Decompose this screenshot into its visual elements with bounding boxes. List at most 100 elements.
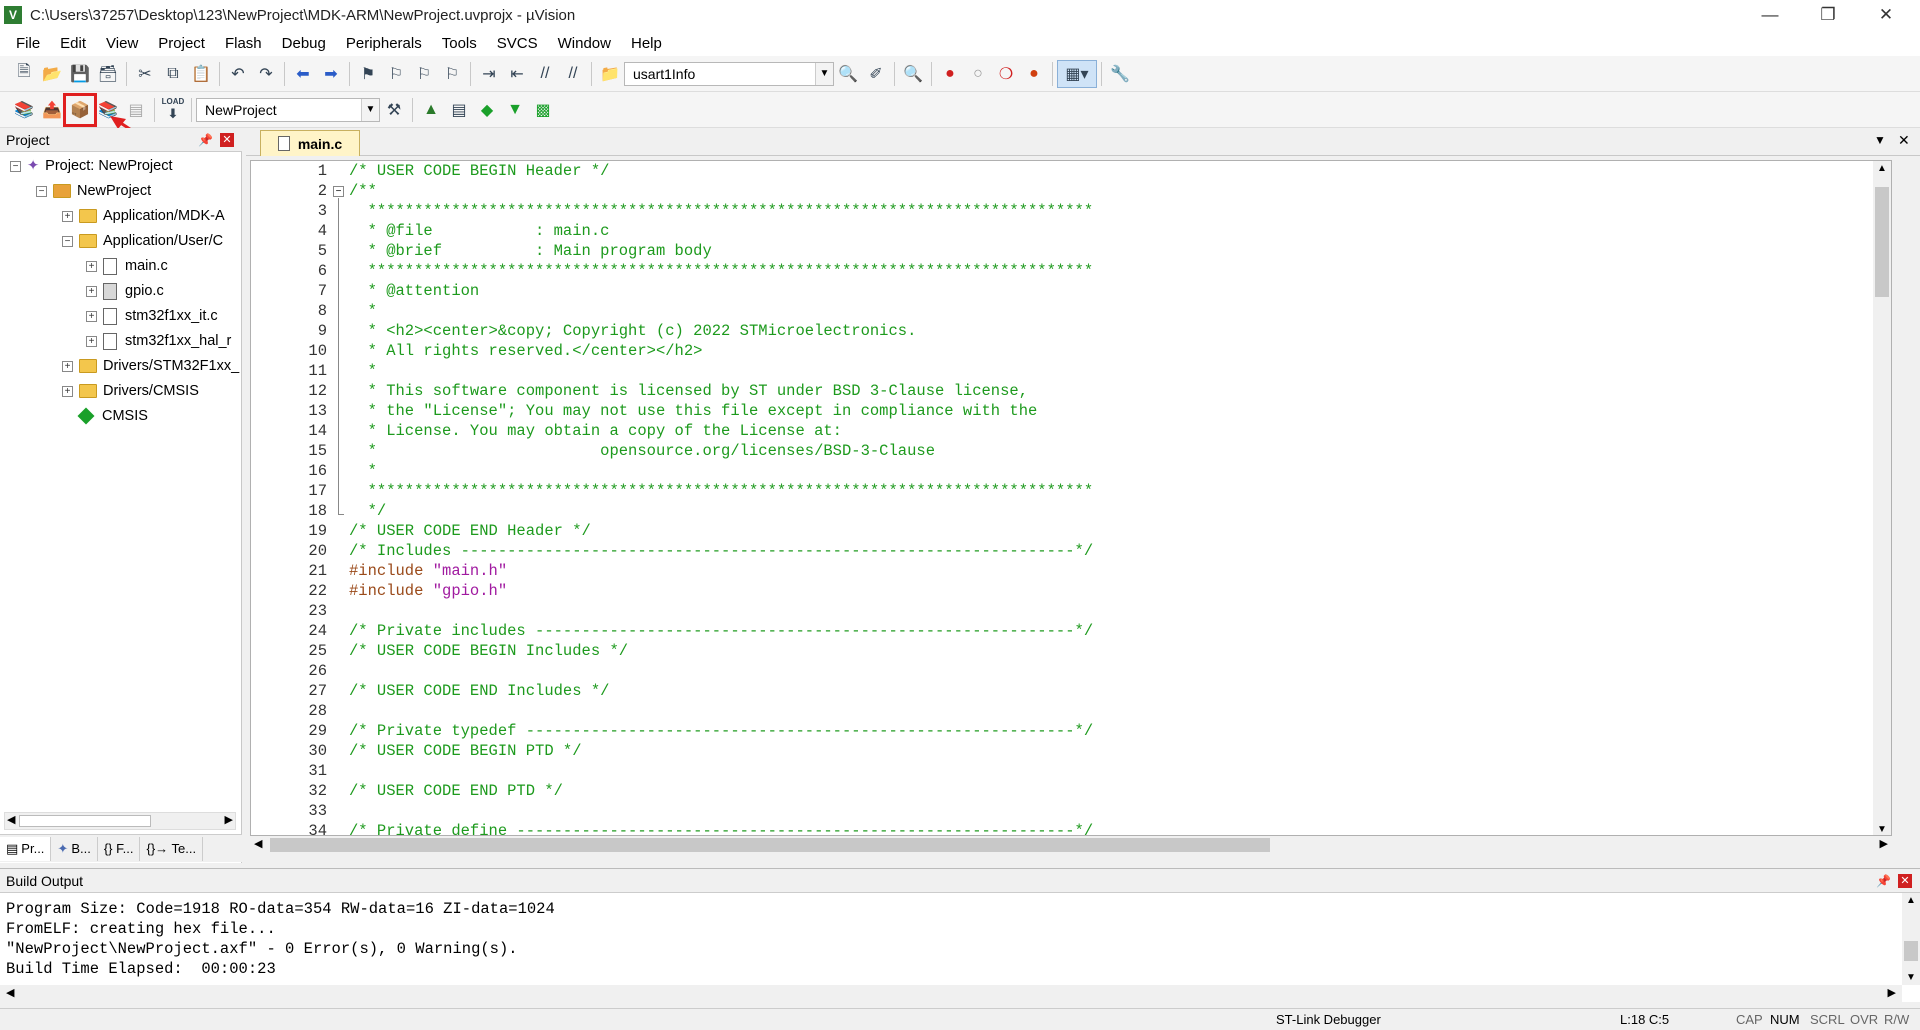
- save-all-icon[interactable]: 🗃: [94, 60, 122, 88]
- collapse-icon[interactable]: −: [36, 185, 47, 197]
- tab-templates[interactable]: {}→ Te...: [140, 836, 204, 861]
- build-vscrollbar[interactable]: ▲ ▼: [1902, 893, 1920, 985]
- pin-icon[interactable]: 📌: [1876, 874, 1891, 888]
- scroll-left-icon[interactable]: ◀: [7, 813, 15, 826]
- build-hscrollbar[interactable]: ◀ ▶: [0, 985, 1902, 1003]
- fold-collapse-icon[interactable]: −: [333, 186, 344, 197]
- scroll-thumb[interactable]: [1875, 187, 1889, 297]
- open-file-icon[interactable]: 📂: [38, 60, 66, 88]
- expand-icon[interactable]: +: [86, 335, 97, 347]
- project-hscrollbar[interactable]: ◀ ▶: [4, 812, 236, 830]
- unindent-icon[interactable]: ⇤: [503, 60, 531, 88]
- start-debug-icon[interactable]: 🔍: [899, 60, 927, 88]
- prev-bookmark-icon[interactable]: ⚐: [382, 60, 410, 88]
- collapse-icon[interactable]: −: [10, 160, 21, 172]
- restore-button[interactable]: ❐: [1800, 0, 1856, 30]
- indent-icon[interactable]: ⇥: [475, 60, 503, 88]
- collapse-icon[interactable]: −: [62, 235, 73, 247]
- pack-installer-icon[interactable]: ▩: [529, 96, 557, 124]
- expand-icon[interactable]: +: [62, 385, 73, 397]
- cut-icon[interactable]: ✂: [131, 60, 159, 88]
- scroll-thumb[interactable]: [1904, 941, 1918, 961]
- scroll-thumb[interactable]: [270, 838, 1270, 852]
- scroll-up-icon[interactable]: ▲: [1906, 895, 1916, 906]
- find-in-files-icon[interactable]: 📁: [596, 60, 624, 88]
- close-panel-icon[interactable]: ✕: [220, 132, 234, 147]
- menu-debug[interactable]: Debug: [272, 35, 336, 52]
- scroll-right-icon[interactable]: ▶: [1880, 837, 1888, 850]
- editor-hscrollbar[interactable]: ◀ ▶: [250, 836, 1892, 854]
- close-tab-icon[interactable]: ✕: [1898, 132, 1910, 149]
- tree-node-target[interactable]: − NewProject: [36, 179, 151, 203]
- comment-icon[interactable]: //: [531, 60, 559, 88]
- undo-icon[interactable]: ↶: [224, 60, 252, 88]
- tree-node-file[interactable]: + stm32f1xx_it.c: [86, 304, 218, 328]
- incremental-find-icon[interactable]: ✐: [862, 60, 890, 88]
- next-bookmark-icon[interactable]: ⚐: [410, 60, 438, 88]
- file-extensions-icon[interactable]: ▤: [445, 96, 473, 124]
- scroll-up-icon[interactable]: ▲: [1877, 163, 1887, 174]
- select-software-packs-icon[interactable]: ▼: [501, 96, 529, 124]
- menu-peripherals[interactable]: Peripherals: [336, 35, 432, 52]
- menu-project[interactable]: Project: [148, 35, 215, 52]
- scroll-right-icon[interactable]: ▶: [225, 813, 233, 826]
- rebuild-icon[interactable]: 📦: [63, 92, 97, 127]
- find-combo[interactable]: usart1Info ▼: [624, 61, 834, 86]
- tree-node-folder[interactable]: + Drivers/CMSIS: [62, 379, 199, 403]
- uncomment-icon[interactable]: //: [559, 60, 587, 88]
- disable-breakpoints-icon[interactable]: ❍: [992, 60, 1020, 88]
- pin-icon[interactable]: 📌: [198, 133, 213, 147]
- target-options-icon[interactable]: ⚒: [380, 96, 408, 124]
- tab-functions[interactable]: {} F...: [98, 836, 141, 861]
- kill-breakpoints-icon[interactable]: ●: [1020, 60, 1048, 88]
- menu-file[interactable]: File: [6, 35, 50, 52]
- close-window-button[interactable]: ✕: [1858, 0, 1914, 30]
- scroll-right-icon[interactable]: ▶: [1888, 986, 1896, 999]
- configure-wrench-icon[interactable]: 🔧: [1106, 60, 1134, 88]
- tree-node-folder[interactable]: + Drivers/STM32F1xx_: [62, 354, 239, 378]
- tree-node-component[interactable]: CMSIS: [76, 404, 148, 428]
- insert-breakpoint-icon[interactable]: ●: [936, 60, 964, 88]
- scroll-down-icon[interactable]: ▼: [1906, 972, 1916, 983]
- manage-run-time-environment-icon[interactable]: ◆: [473, 96, 501, 124]
- menu-svcs[interactable]: SVCS: [487, 35, 548, 52]
- clear-bookmarks-icon[interactable]: ⚐: [438, 60, 466, 88]
- expand-icon[interactable]: +: [86, 285, 97, 297]
- tree-node-folder[interactable]: + Application/MDK-A: [62, 204, 225, 228]
- scroll-down-icon[interactable]: ▼: [1877, 824, 1887, 835]
- expand-icon[interactable]: +: [62, 360, 73, 372]
- chevron-down-icon[interactable]: ▼: [1874, 133, 1886, 147]
- target-combo[interactable]: NewProject ▼: [196, 97, 380, 122]
- redo-icon[interactable]: ↷: [252, 60, 280, 88]
- tab-project[interactable]: ▤ Pr...: [0, 836, 52, 861]
- menu-window[interactable]: Window: [548, 35, 621, 52]
- find-icon[interactable]: 🔍: [834, 60, 862, 88]
- expand-icon[interactable]: +: [62, 210, 73, 222]
- bookmark-icon[interactable]: ⚑: [354, 60, 382, 88]
- scroll-left-icon[interactable]: ◀: [6, 986, 14, 999]
- tree-node-file[interactable]: + gpio.c: [86, 279, 164, 303]
- tree-node-folder[interactable]: − Application/User/C: [62, 229, 223, 253]
- scroll-left-icon[interactable]: ◀: [254, 837, 262, 850]
- new-file-icon[interactable]: 🗎: [10, 60, 38, 88]
- menu-edit[interactable]: Edit: [50, 35, 96, 52]
- save-icon[interactable]: 💾: [66, 60, 94, 88]
- menu-help[interactable]: Help: [621, 35, 672, 52]
- window-layout-icon[interactable]: ▦▾: [1057, 59, 1097, 88]
- minimize-button[interactable]: —: [1742, 0, 1798, 30]
- navigate-forward-icon[interactable]: ➡: [317, 60, 345, 88]
- paste-icon[interactable]: 📋: [187, 60, 215, 88]
- manage-project-items-icon[interactable]: ▲: [417, 96, 445, 124]
- copy-icon[interactable]: ⧉: [159, 60, 187, 88]
- expand-icon[interactable]: +: [86, 260, 97, 272]
- tree-node-file[interactable]: + main.c: [86, 254, 168, 278]
- scroll-thumb[interactable]: [19, 815, 151, 827]
- expand-icon[interactable]: +: [86, 310, 97, 322]
- close-panel-icon[interactable]: ✕: [1898, 873, 1912, 888]
- tab-main-c[interactable]: main.c: [260, 130, 360, 156]
- build-output-panel[interactable]: Program Size: Code=1918 RO-data=354 RW-d…: [0, 892, 1920, 1003]
- editor-vscrollbar[interactable]: ▲ ▼: [1873, 161, 1891, 835]
- tab-books[interactable]: ✦ B...: [51, 836, 98, 861]
- chevron-down-icon[interactable]: ▼: [361, 98, 379, 121]
- build-icon[interactable]: 📤: [38, 96, 66, 124]
